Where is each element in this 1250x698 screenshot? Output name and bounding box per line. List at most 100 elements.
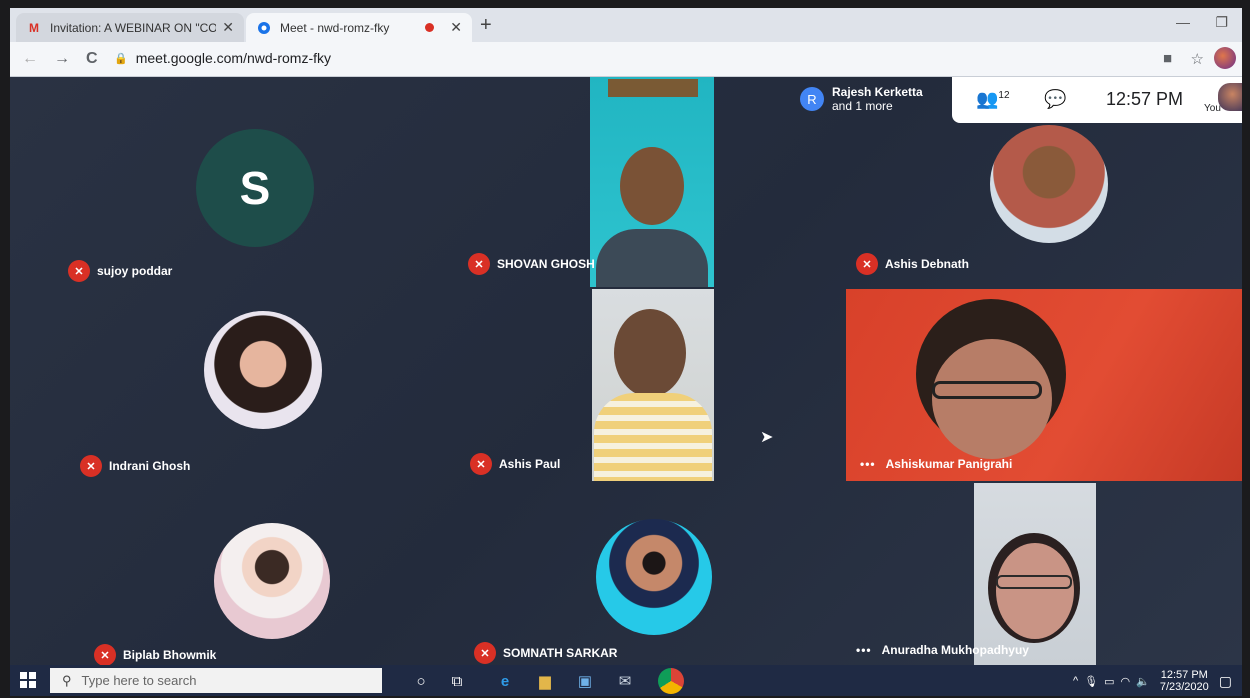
participant-tile[interactable]: S ✕ sujoy poddar [50, 85, 450, 285]
chat-icon[interactable]: 💬 [1044, 89, 1066, 110]
taskbar-clock[interactable]: 12:57 PM 7/23/2020 [1160, 669, 1209, 693]
presenter-indicator[interactable]: R Rajesh Kerketta and 1 more [800, 85, 923, 113]
person-face [620, 147, 684, 225]
back-icon[interactable]: ← [22, 50, 38, 68]
presenter-name: Rajesh Kerketta [832, 85, 923, 99]
windows-taskbar: ⚲ Type here to search ○ ⧉ e ▆ ▣ ✉ ^ 🎙 ▭ … [10, 665, 1242, 696]
restore-icon[interactable]: ❐ [1215, 14, 1228, 31]
participant-tile[interactable]: ✕ Ashis Paul ➤ [460, 289, 850, 481]
forward-icon[interactable]: → [54, 50, 70, 68]
self-label: You [1204, 103, 1221, 114]
cortana-icon[interactable]: ○ [410, 670, 432, 692]
person-glasses [932, 381, 1042, 399]
mic-off-icon: ✕ [468, 253, 490, 275]
more-options-icon[interactable]: ••• [860, 457, 876, 471]
avatar [990, 125, 1108, 243]
address-bar: ← → C 🔒 meet.google.com/nwd-romz-fky ■ ☆ [10, 42, 1242, 77]
participants-button[interactable]: 👥12 [976, 89, 1010, 110]
meeting-clock: 12:57 PM [1106, 89, 1184, 109]
participant-name-label: SOMNATH SARKAR [503, 646, 618, 660]
participant-name-label: Ashis Debnath [885, 257, 970, 271]
participant-tile[interactable]: ✕ SHOVAN GHOSH [458, 77, 848, 287]
participant-name: ✕ Ashis Paul [470, 453, 560, 475]
participant-name: ✕ SOMNATH SARKAR [474, 642, 617, 664]
mic-off-icon: ✕ [856, 253, 878, 275]
lock-icon: 🔒 [114, 52, 128, 65]
search-placeholder: Type here to search [81, 673, 197, 688]
wifi-icon[interactable]: ◠ [1121, 675, 1131, 688]
participant-name: ✕ Ashis Debnath [856, 253, 969, 275]
participant-tile[interactable]: ••• Anuradha Mukhopadhyuy [848, 483, 1242, 665]
camera-icon[interactable]: ■ [1163, 50, 1172, 67]
gmail-icon: M [29, 20, 39, 35]
close-icon[interactable]: ✕ [222, 19, 234, 36]
meet-icon [256, 20, 272, 36]
notification-icon[interactable]: ▢ [1219, 673, 1232, 690]
participant-name-label: Ashis Paul [499, 457, 561, 471]
avatar [214, 523, 330, 639]
participant-name: ••• Anuradha Mukhopadhyuy [856, 643, 1029, 657]
profile-avatar[interactable] [1214, 47, 1236, 69]
participant-name: ✕ Indrani Ghosh [80, 455, 190, 477]
reload-icon[interactable]: C [86, 50, 98, 68]
participant-tile[interactable]: ✕ Indrani Ghosh [50, 291, 450, 481]
tab-label: Invitation: A WEBINAR ON "CON [50, 20, 217, 35]
url-field[interactable]: 🔒 meet.google.com/nwd-romz-fky [114, 50, 331, 66]
avatar [204, 311, 322, 429]
participant-name-label: Ashiskumar Panigrahi [885, 457, 1013, 471]
system-tray: ^ 🎙 ▭ ◠ 🔈 12:57 PM 7/23/2020 ▢ [1073, 669, 1232, 693]
participant-name-label: Anuradha Mukhopadhyuy [881, 643, 1029, 657]
person-glasses [996, 575, 1072, 589]
meet-grid: S ✕ sujoy poddar ✕ SHOVAN GHOSH ✕ Ashis … [10, 77, 1242, 665]
store-icon[interactable]: ▣ [574, 670, 596, 692]
participant-name: ✕ SHOVAN GHOSH [468, 253, 595, 275]
mic-off-icon: ✕ [68, 260, 90, 282]
participant-name-label: SHOVAN GHOSH [497, 257, 595, 271]
new-tab-button[interactable]: + [480, 14, 492, 37]
participant-tile[interactable]: ✕ SOMNATH SARKAR [458, 485, 858, 665]
taskbar-time: 12:57 PM [1160, 669, 1208, 681]
tab-gmail-invitation[interactable]: M Invitation: A WEBINAR ON "CON ✕ [16, 13, 244, 42]
more-options-icon[interactable]: ••• [856, 643, 872, 657]
close-icon[interactable]: ✕ [450, 19, 462, 36]
tray-chevron-icon[interactable]: ^ [1073, 675, 1078, 687]
minimize-icon[interactable]: — [1176, 14, 1190, 30]
tab-google-meet[interactable]: Meet - nwd-romz-fky ✕ [246, 13, 472, 42]
task-view-icon[interactable]: ⧉ [446, 670, 468, 692]
participants-count: 12 [998, 90, 1010, 101]
file-explorer-icon[interactable]: ▆ [534, 670, 556, 692]
person-shirt [596, 229, 708, 287]
taskbar-search-box[interactable]: ⚲ Type here to search [50, 668, 382, 693]
mic-icon[interactable]: 🎙 [1084, 675, 1098, 688]
chrome-icon[interactable] [658, 668, 684, 694]
video-feed [974, 483, 1096, 665]
video-feed [592, 289, 714, 481]
mic-off-icon: ✕ [470, 453, 492, 475]
person-face [932, 339, 1052, 459]
search-icon: ⚲ [62, 672, 72, 688]
monitor-screen: M Invitation: A WEBINAR ON "CON ✕ Meet -… [10, 8, 1242, 696]
participant-name-label: sujoy poddar [97, 264, 173, 278]
meet-header-panel: 👥12 💬 12:57 PM You [952, 77, 1242, 123]
mail-icon[interactable]: ✉ [614, 670, 636, 692]
battery-icon[interactable]: ▭ [1104, 675, 1114, 688]
participant-name: ••• Ashiskumar Panigrahi [860, 457, 1012, 471]
presenter-avatar: R [800, 87, 824, 111]
video-feed [590, 77, 714, 287]
taskbar-date: 7/23/2020 [1159, 681, 1209, 693]
bookmark-star-icon[interactable]: ☆ [1191, 50, 1204, 68]
recording-indicator-icon [425, 23, 435, 32]
avatar [596, 519, 712, 635]
mouse-cursor-icon: ➤ [760, 429, 774, 446]
person-shirt [594, 393, 712, 481]
participant-tile[interactable]: ••• Ashiskumar Panigrahi [846, 289, 1242, 481]
self-avatar[interactable] [1218, 83, 1242, 111]
wall-picture [608, 79, 698, 97]
mic-off-icon: ✕ [474, 642, 496, 664]
person-face [614, 309, 686, 397]
windows-start-icon[interactable] [20, 672, 36, 688]
participant-tile[interactable]: ✕ Biplab Bhowmik [50, 485, 450, 665]
participant-name: ✕ sujoy poddar [68, 260, 172, 282]
edge-icon[interactable]: e [494, 670, 516, 692]
volume-icon[interactable]: 🔈 [1136, 675, 1150, 688]
